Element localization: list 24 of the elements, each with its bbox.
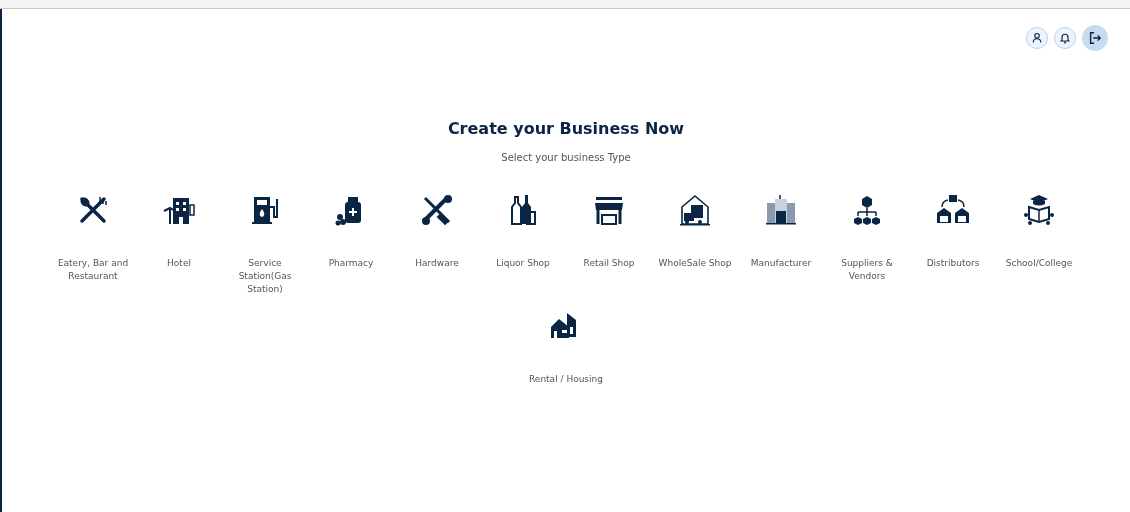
business-type-label[interactable]: Pharmacy [312,257,390,270]
notifications-button[interactable] [1054,27,1076,49]
business-type-label[interactable]: Liquor Shop [484,257,562,270]
business-type-label[interactable]: Hardware [398,257,476,270]
user-icon [1031,32,1043,44]
warehouse-truck-icon[interactable] [678,193,712,227]
graduation-book-icon[interactable] [1022,193,1056,227]
logout-button[interactable] [1082,25,1108,51]
profile-button[interactable] [1026,27,1048,49]
business-type-label[interactable]: Suppliers & Vendors [828,257,906,283]
business-type-label[interactable]: Retail Shop [570,257,648,270]
bell-icon [1059,32,1071,44]
logout-icon [1088,31,1102,45]
business-type-label[interactable]: WholeSale Shop [656,257,734,270]
page-title: Create your Business Now [446,119,686,138]
factory-icon[interactable] [764,193,798,227]
business-type-label[interactable]: Hotel [140,257,218,270]
business-type-label[interactable]: Eatery, Bar and Restaurant [54,257,132,283]
business-type-label[interactable]: Rental / Housing [527,373,605,386]
business-type-label[interactable]: Distributors [914,257,992,270]
business-type-label[interactable]: School/College [1000,257,1078,270]
business-type-label[interactable]: Manufacturer [742,257,820,270]
page-subtitle: Select your business Type [500,152,632,163]
business-type-label[interactable]: Service Station(Gas Station) [226,257,304,296]
